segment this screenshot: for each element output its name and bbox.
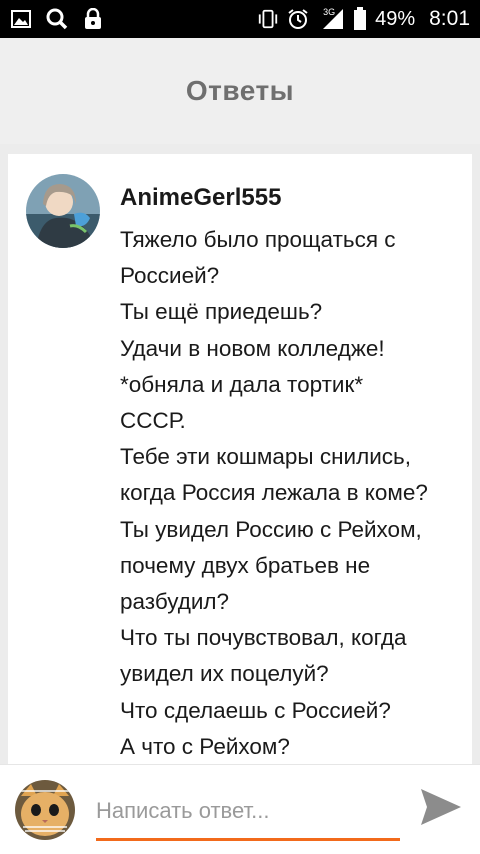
status-bar: 3G 49% 8:01 [0,0,480,38]
screen: 3G 49% 8:01 Ответы AnimeGerl555 Тяжело б… [0,0,480,854]
comment-line: Тебе эти кошмары снились, [120,444,411,470]
battery-icon [353,7,367,30]
replies-list[interactable]: AnimeGerl555 Тяжело было прощаться с Рос… [0,144,480,764]
reply-bar [0,764,480,854]
search-icon [46,8,68,30]
comment-line: Тяжело было прощаться с [120,227,396,252]
comment-line: когда Россия лежала в коме? [120,480,428,506]
lock-icon [82,8,104,30]
comment-line: Что ты почувствовал, когда [120,625,407,651]
send-button[interactable] [415,785,467,833]
comment-text: Тяжело было прощаться с Россией? Ты ещё … [120,222,465,764]
comment-line: *обняла и дала тортик* [120,371,364,397]
commenter-username[interactable]: AnimeGerl555 [120,184,281,212]
commenter-avatar[interactable] [26,174,100,248]
comment-line: Ты ещё приедешь? [120,299,323,325]
comment-line: почему двух братьев не [120,552,371,578]
alarm-icon [287,8,309,30]
my-avatar [15,780,75,840]
comment-card: AnimeGerl555 Тяжело было прощаться с Рос… [8,154,472,764]
battery-percent: 49% [375,7,416,30]
app-header: Ответы [0,38,480,145]
reply-input-underline [96,838,400,841]
vibrate-icon [257,8,279,30]
comment-line: Что сделаешь с Россией? [120,697,391,723]
comment-line: Удачи в новом колледже! [120,335,385,361]
comment-line: Россией? [120,263,220,289]
send-icon [419,787,463,832]
image-icon [10,8,32,30]
comment-line: увидел их поцелуй? [120,661,329,687]
clock-time: 8:01 [429,7,470,30]
comment-line: разбудил? [120,589,230,615]
comment-line: СССР. [120,408,186,434]
page-title: Ответы [185,75,295,106]
reply-input[interactable] [96,793,396,829]
comment-line: Ты увидел Россию с Рейхом, [120,516,422,542]
network-type: 3G [323,7,336,17]
comment-line: А что с Рейхом? [120,733,290,759]
